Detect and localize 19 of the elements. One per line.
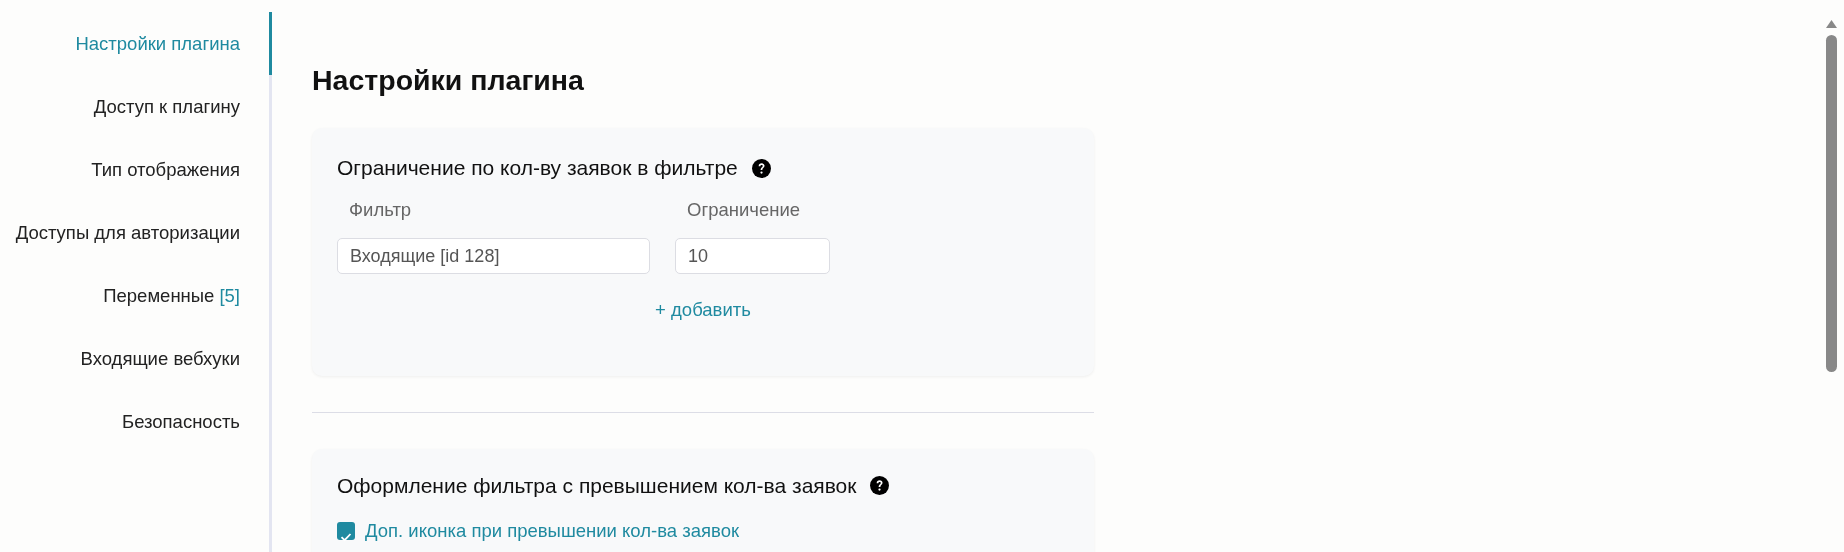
- sidebar-item[interactable]: Переменные [5]: [0, 264, 272, 327]
- sidebar-item[interactable]: Безопасность: [0, 390, 272, 453]
- sidebar-item[interactable]: Тип отображения: [0, 138, 272, 201]
- limit-field[interactable]: 10: [675, 238, 830, 274]
- column-label: Фильтр: [348, 198, 413, 222]
- sidebar-item[interactable]: Доступ к плагину: [0, 75, 272, 138]
- section-title: Ограничение по кол-ву заявок в фильтре: [337, 156, 738, 180]
- sidebar-item[interactable]: Доступы для авторизации: [0, 201, 272, 264]
- column-label: Ограничение: [686, 198, 802, 222]
- add-link[interactable]: + добавить: [655, 298, 751, 322]
- page-title: Настройки плагина: [312, 64, 585, 96]
- sidebar-item[interactable]: Входящие вебхуки: [0, 327, 272, 390]
- filter-field[interactable]: Входящие [id 128]: [337, 238, 650, 274]
- section-title: Оформление фильтра с превышением кол-ва заявок: [337, 473, 857, 498]
- help-icon[interactable]: [751, 158, 771, 178]
- checkbox[interactable]: [337, 521, 355, 540]
- help-icon[interactable]: [870, 476, 890, 496]
- sidebar-item[interactable]: Настройки плагина: [0, 12, 272, 75]
- checkbox-label: Доп. иконка при превышении кол-ва заявок: [365, 519, 740, 542]
